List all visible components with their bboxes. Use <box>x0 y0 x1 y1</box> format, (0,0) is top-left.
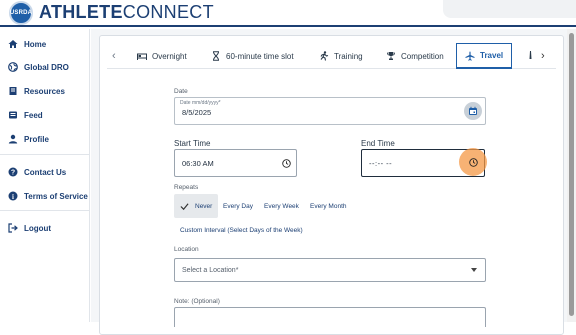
date-input[interactable]: Date mm/dd/yyyy* 8/5/2025 <box>174 97 486 125</box>
sidebar-item-terms-of-service[interactable]: i Terms of Service <box>8 189 88 203</box>
brand-bold: ATHLETE <box>39 2 123 22</box>
tabs-scroll-left-icon[interactable]: ‹ <box>112 50 116 62</box>
tab-60-minute-time-slot[interactable]: 60-minute time slot <box>211 43 294 69</box>
running-icon <box>320 51 329 61</box>
tab-travel[interactable]: Travel <box>456 43 513 69</box>
start-time-label: Start Time <box>174 139 211 148</box>
tab-label: 60-minute time slot <box>226 51 294 61</box>
check-icon <box>180 202 189 210</box>
sidebar-item-home[interactable]: Home <box>8 37 46 51</box>
calendar-button[interactable] <box>464 102 482 120</box>
plane-icon <box>465 51 475 61</box>
user-icon <box>8 134 18 144</box>
tab-overnight[interactable]: Overnight <box>137 43 187 69</box>
repeat-option-every-month[interactable]: Every Month <box>310 194 347 218</box>
brand-light: CONNECT <box>122 2 214 22</box>
app-header: USRDA ATHLETECONNECT <box>0 0 576 27</box>
sidebar-item-logout[interactable]: Logout <box>8 221 51 235</box>
usrda-logo[interactable]: USRDA <box>9 1 33 25</box>
start-time-value: 06:30 AM <box>182 158 214 168</box>
svg-text:i: i <box>12 193 14 201</box>
hourglass-icon <box>213 51 219 61</box>
repeat-option-label: Custom Interval (Select Days of the Week… <box>180 226 303 234</box>
date-value: 8/5/2025 <box>182 108 212 117</box>
sidebar-item-contact-us[interactable]: ? Contact Us <box>8 165 66 179</box>
repeats-label: Repeats <box>174 184 199 191</box>
tab-label: Travel <box>480 51 504 60</box>
help-icon: ? <box>8 167 18 177</box>
sidebar-item-label: Profile <box>24 134 49 144</box>
date-section-label: Date <box>174 88 188 95</box>
sidebar-item-resources[interactable]: Resources <box>8 84 65 98</box>
trophy-icon <box>387 52 395 60</box>
location-select[interactable]: Select a Location* <box>174 258 486 282</box>
info-icon: i <box>8 191 18 201</box>
note-textarea[interactable] <box>174 307 486 327</box>
repeat-option-label: Every Day <box>223 202 253 210</box>
location-label: Location <box>174 246 199 253</box>
bed-icon <box>137 53 147 60</box>
sidebar-item-label: Contact Us <box>24 167 67 177</box>
sidebar-item-feed[interactable]: Feed <box>8 108 43 122</box>
booking-form-card <box>99 35 564 335</box>
sidebar-item-label: Global DRO <box>24 62 69 72</box>
book-icon <box>9 87 17 95</box>
brand-title: ATHLETECONNECT <box>39 2 214 23</box>
start-clock-icon[interactable] <box>282 159 291 168</box>
repeat-option-label: Every Week <box>264 202 299 210</box>
location-placeholder: Select a Location* <box>182 266 239 274</box>
tab-competition[interactable]: Competition <box>386 43 444 69</box>
tabs-scroll-right-icon[interactable]: › <box>541 50 545 62</box>
calendar-icon <box>469 106 477 115</box>
sidebar-item-label: Resources <box>24 86 65 96</box>
globe-icon <box>8 62 18 72</box>
start-time-input[interactable]: 06:30 AM <box>174 149 297 177</box>
sidebar-item-global-dro[interactable]: Global DRO <box>8 60 69 74</box>
repeat-option-every-day[interactable]: Every Day <box>223 194 253 218</box>
sidebar-divider <box>0 154 90 155</box>
end-clock-icon <box>468 157 478 167</box>
chevron-down-icon <box>471 268 477 272</box>
header-search-area[interactable] <box>443 0 576 18</box>
logout-icon <box>8 223 18 233</box>
sidebar-item-label: Feed <box>24 110 43 120</box>
repeat-option-never[interactable]: Never <box>174 194 218 218</box>
date-floating-label: Date mm/dd/yyyy* <box>180 100 221 106</box>
home-icon <box>8 40 18 48</box>
sidebar-item-profile[interactable]: Profile <box>8 132 49 146</box>
tab-label: Competition <box>401 51 444 61</box>
scrollbar-thumb[interactable] <box>569 33 574 316</box>
sidebar-item-label: Terms of Service <box>24 191 88 201</box>
sidebar-divider <box>0 210 90 211</box>
tab-label: Overnight <box>152 51 187 61</box>
repeat-option-custom-interval[interactable]: Custom Interval (Select Days of the Week… <box>180 218 303 242</box>
end-clock-button[interactable] <box>459 148 487 176</box>
svg-text:?: ? <box>11 170 15 177</box>
repeat-option-label: Never <box>195 202 213 210</box>
feed-icon <box>9 111 17 119</box>
repeat-option-label: Every Month <box>310 202 347 210</box>
sidebar-item-label: Logout <box>24 223 52 233</box>
end-time-label: End Time <box>361 139 395 148</box>
tab-label: Training <box>334 51 363 61</box>
tab-training[interactable]: Training <box>319 43 363 69</box>
note-label: Note: (Optional) <box>174 298 220 305</box>
sidebar-item-label: Home <box>24 39 47 49</box>
repeat-option-every-week[interactable]: Every Week <box>264 194 299 218</box>
end-time-value: --:-- -- <box>369 158 393 168</box>
partial-tab-icon[interactable] <box>528 50 536 60</box>
